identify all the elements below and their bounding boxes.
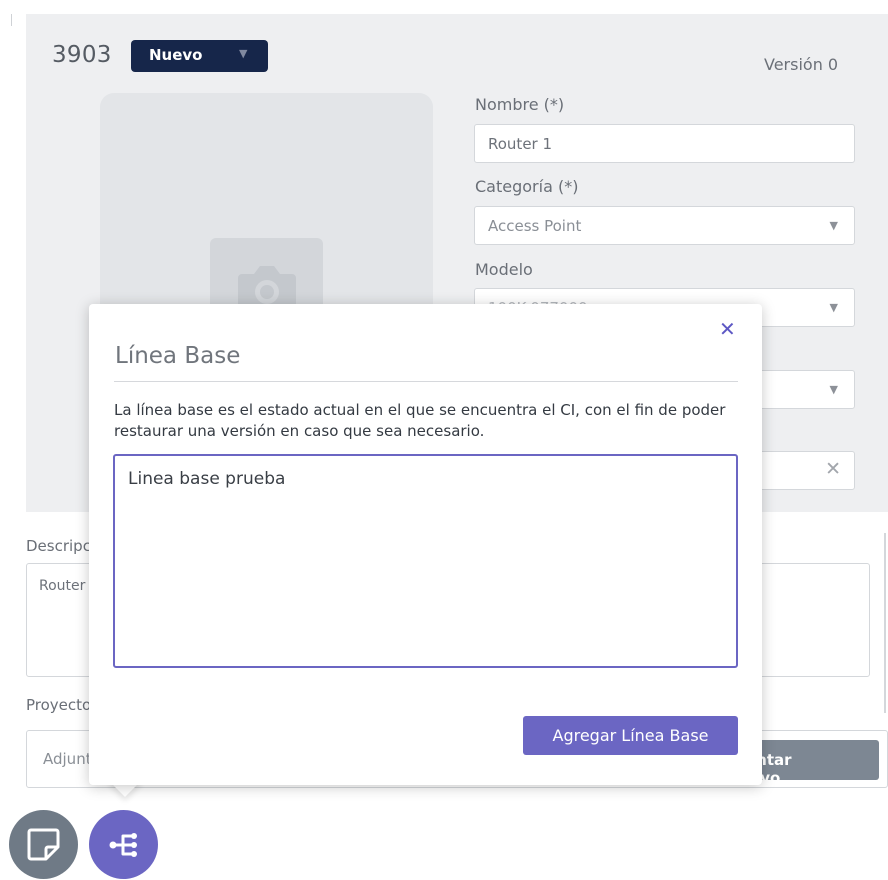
chevron-down-icon: ▼ bbox=[829, 219, 838, 232]
chevron-down-icon: ▼ bbox=[239, 47, 248, 60]
ci-id: 3903 bbox=[52, 42, 112, 68]
popover-divider bbox=[114, 381, 738, 382]
model-label: Modelo bbox=[475, 260, 533, 279]
status-dropdown[interactable]: Nuevo ▼ bbox=[131, 40, 268, 72]
notes-button[interactable] bbox=[9, 810, 78, 879]
baseline-tree-button[interactable] bbox=[89, 810, 158, 879]
baseline-textarea-value: Linea base prueba bbox=[128, 469, 286, 489]
note-icon bbox=[27, 828, 60, 861]
popover-description: La línea base es el estado actual en el … bbox=[114, 401, 726, 440]
popover-title: Línea Base bbox=[115, 343, 241, 369]
project-label: Proyecto bbox=[26, 696, 92, 714]
name-input[interactable]: Router 1 bbox=[474, 124, 855, 163]
description-value: Router bbox=[39, 578, 86, 594]
version-label: Versión 0 bbox=[764, 55, 839, 74]
ci-detail-screen: 3903 Nuevo ▼ Versión 0 Nombre (*) Router… bbox=[0, 0, 888, 880]
close-icon[interactable]: ✕ bbox=[719, 317, 736, 341]
chevron-down-icon: ▼ bbox=[829, 383, 838, 396]
status-label: Nuevo bbox=[149, 46, 203, 64]
add-baseline-button[interactable]: Agregar Línea Base bbox=[523, 716, 738, 755]
add-baseline-button-label: Agregar Línea Base bbox=[552, 726, 709, 745]
chevron-down-icon: ▼ bbox=[829, 301, 838, 314]
category-label: Categoría (*) bbox=[475, 177, 579, 196]
name-value: Router 1 bbox=[488, 135, 553, 153]
clear-icon[interactable]: ✕ bbox=[825, 458, 841, 480]
category-value: Access Point bbox=[488, 217, 582, 235]
left-divider bbox=[11, 14, 12, 26]
baseline-textarea[interactable]: Linea base prueba bbox=[113, 454, 738, 668]
branch-icon bbox=[109, 833, 137, 857]
right-divider bbox=[884, 533, 886, 713]
category-select[interactable]: Access Point ▼ bbox=[474, 206, 855, 245]
name-label: Nombre (*) bbox=[475, 95, 565, 114]
